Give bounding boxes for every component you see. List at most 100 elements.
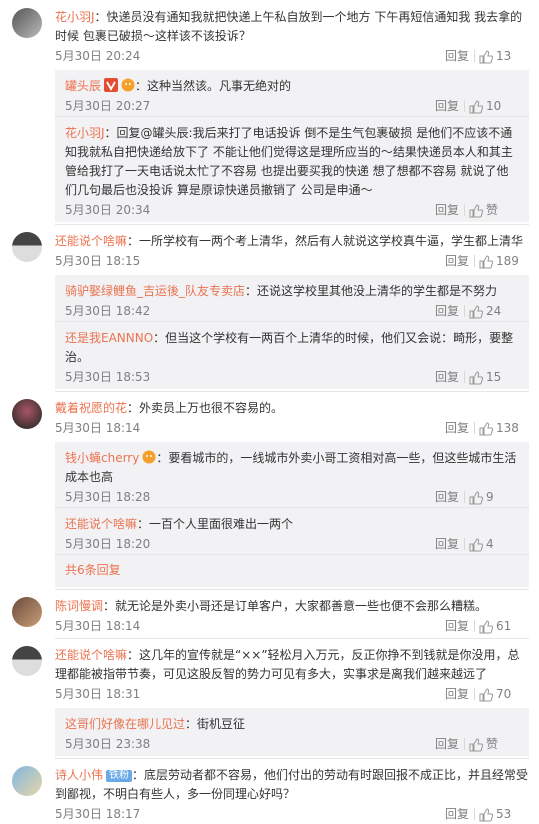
reply-button[interactable]: 回复 xyxy=(435,96,459,116)
reply-item: 骑驴娶绿鲤鱼_吉运後_队友专卖店：还说这学校里其他没上清华的学生都是不努力 5月… xyxy=(55,275,529,322)
comment-text: ：就无论是外卖小哥还是订单客户，大家都善意一些也便不会那么糟糕。 xyxy=(103,599,488,613)
reply-button[interactable]: 回复 xyxy=(445,804,469,824)
reply-button[interactable]: 回复 xyxy=(445,684,469,704)
divider xyxy=(464,305,465,317)
username-link[interactable]: 还是我EANNNO xyxy=(65,331,153,345)
timestamp: 5月30日 18:20 xyxy=(65,537,151,551)
like-count: 赞 xyxy=(486,203,499,217)
timestamp: 5月30日 18:42 xyxy=(65,304,151,318)
timestamp: 5月30日 18:15 xyxy=(55,254,141,268)
username-link[interactable]: 戴着祝愿的花 xyxy=(55,401,127,415)
avatar[interactable] xyxy=(12,646,42,676)
reply-button[interactable]: 回复 xyxy=(445,46,469,66)
like-button[interactable]: 70 xyxy=(479,684,529,704)
member-badge-icon: 铁粉 xyxy=(106,770,133,782)
username-link[interactable]: 还能说个啥嘛 xyxy=(55,234,127,248)
thumbs-up-icon xyxy=(479,421,493,435)
divider xyxy=(474,808,475,820)
timestamp: 5月30日 18:31 xyxy=(55,687,141,701)
divider xyxy=(464,371,465,383)
like-button[interactable]: 13 xyxy=(479,46,529,66)
comment-text: ：一所学校有一两个考上清华，然后有人就说这学校真牛逼，学生都上清华 xyxy=(127,234,524,248)
more-replies-link[interactable]: 共6条回复 xyxy=(55,555,529,585)
avatar[interactable] xyxy=(12,597,42,627)
member-badge-icon xyxy=(121,78,135,92)
like-button[interactable]: 10 xyxy=(469,96,519,116)
reply-text: ：一百个人里面很难出一两个 xyxy=(137,517,294,531)
like-button[interactable]: 24 xyxy=(469,301,519,321)
divider xyxy=(464,491,465,503)
timestamp: 5月30日 20:27 xyxy=(65,99,151,113)
reply-text: ：回复@罐头辰:我后来打了电话投诉 倒不是生气包裹破损 是他们不应该不通知我就私… xyxy=(65,126,513,197)
reply-thread: 罐头辰 ：这种当然该。凡事无绝对的 5月30日 20:27 回复 10 花小羽J：回复… xyxy=(55,70,529,222)
divider xyxy=(464,204,465,216)
like-button[interactable]: 61 xyxy=(479,616,529,636)
comment-item: 戴着祝愿的花：外卖员上万也很不容易的。 5月30日 18:14 回复 138 钱小蝇… xyxy=(0,392,539,590)
reply-button[interactable]: 回复 xyxy=(435,200,459,220)
username-link[interactable]: 花小羽J xyxy=(65,126,105,140)
like-count: 138 xyxy=(496,421,519,435)
thumbs-up-icon xyxy=(469,490,483,504)
reply-button[interactable]: 回复 xyxy=(435,367,459,387)
timestamp: 5月30日 23:38 xyxy=(65,737,151,751)
username-link[interactable]: 诗人小伟 xyxy=(55,768,103,782)
member-badge-icon xyxy=(142,450,156,464)
username-link[interactable]: 这哥们好像在哪儿见过 xyxy=(65,717,185,731)
like-button[interactable]: 53 xyxy=(479,804,529,824)
timestamp: 5月30日 18:28 xyxy=(65,490,151,504)
username-link[interactable]: 钱小蝇cherry xyxy=(65,451,139,465)
like-count: 10 xyxy=(486,99,502,113)
comment-item: 花小羽J：快递员没有通知我就把快递上午私自放到一个地方 下午再短信通知我 我去拿… xyxy=(0,0,539,225)
reply-button[interactable]: 回复 xyxy=(445,616,469,636)
thumbs-up-icon xyxy=(469,99,483,113)
like-button[interactable]: 189 xyxy=(479,251,529,271)
reply-text: ：街机豆征 xyxy=(185,717,246,731)
reply-button[interactable]: 回复 xyxy=(445,251,469,271)
like-button[interactable]: 赞 xyxy=(469,734,519,754)
comment-item: 诗人小伟 铁粉 ：底层劳动者都不容易，他们付出的劳动有时跟回报不成正比，并且经常受到… xyxy=(0,759,539,824)
reply-thread: 钱小蝇cherry ：要看城市的，一线城市外卖小哥工资相对高一些，但这些城市生活成… xyxy=(55,442,529,587)
like-count: 24 xyxy=(486,304,502,318)
reply-item: 还能说个啥嘛：一百个人里面很难出一两个 5月30日 18:20 回复 4 xyxy=(55,508,529,555)
username-link[interactable]: 陈词慢调 xyxy=(55,599,103,613)
like-count: 189 xyxy=(496,254,519,268)
avatar[interactable] xyxy=(12,8,42,38)
reply-thread: 骑驴娶绿鲤鱼_吉运後_队友专卖店：还说这学校里其他没上清华的学生都是不努力 5月… xyxy=(55,275,529,389)
like-button[interactable]: 9 xyxy=(469,487,519,507)
divider xyxy=(464,100,465,112)
divider xyxy=(464,738,465,750)
reply-item: 钱小蝇cherry ：要看城市的，一线城市外卖小哥工资相对高一些，但这些城市生活成… xyxy=(55,442,529,508)
reply-item: 这哥们好像在哪儿见过：街机豆征 5月30日 23:38 回复 赞 xyxy=(55,708,529,754)
reply-button[interactable]: 回复 xyxy=(445,418,469,438)
like-count: 15 xyxy=(486,370,502,384)
thumbs-up-icon xyxy=(469,737,483,751)
thumbs-up-icon xyxy=(469,304,483,318)
username-link[interactable]: 还能说个啥嘛 xyxy=(55,648,127,662)
divider xyxy=(474,255,475,267)
username-link[interactable]: 还能说个啥嘛 xyxy=(65,517,137,531)
like-count: 9 xyxy=(486,490,494,504)
like-button[interactable]: 4 xyxy=(469,534,519,554)
thumbs-up-icon xyxy=(479,49,493,63)
reply-text: ：这种当然该。凡事无绝对的 xyxy=(135,79,292,93)
like-button[interactable]: 赞 xyxy=(469,200,519,220)
like-count: 61 xyxy=(496,619,512,633)
username-link[interactable]: 罐头辰 xyxy=(65,79,101,93)
reply-button[interactable]: 回复 xyxy=(435,734,459,754)
timestamp: 5月30日 18:14 xyxy=(55,619,141,633)
username-link[interactable]: 骑驴娶绿鲤鱼_吉运後_队友专卖店 xyxy=(65,284,245,298)
reply-button[interactable]: 回复 xyxy=(435,301,459,321)
avatar[interactable] xyxy=(12,399,42,429)
like-count: 4 xyxy=(486,537,494,551)
reply-button[interactable]: 回复 xyxy=(435,487,459,507)
avatar[interactable] xyxy=(12,766,42,796)
like-button[interactable]: 15 xyxy=(469,367,519,387)
thumbs-up-icon xyxy=(479,619,493,633)
username-link[interactable]: 花小羽J xyxy=(55,10,95,24)
reply-item: 罐头辰 ：这种当然该。凡事无绝对的 5月30日 20:27 回复 10 xyxy=(55,70,529,117)
reply-button[interactable]: 回复 xyxy=(435,534,459,554)
like-count: 13 xyxy=(496,49,512,63)
like-button[interactable]: 138 xyxy=(479,418,529,438)
comment-meta: 5月30日 20:24 回复 13 xyxy=(55,46,529,66)
avatar[interactable] xyxy=(12,232,42,262)
